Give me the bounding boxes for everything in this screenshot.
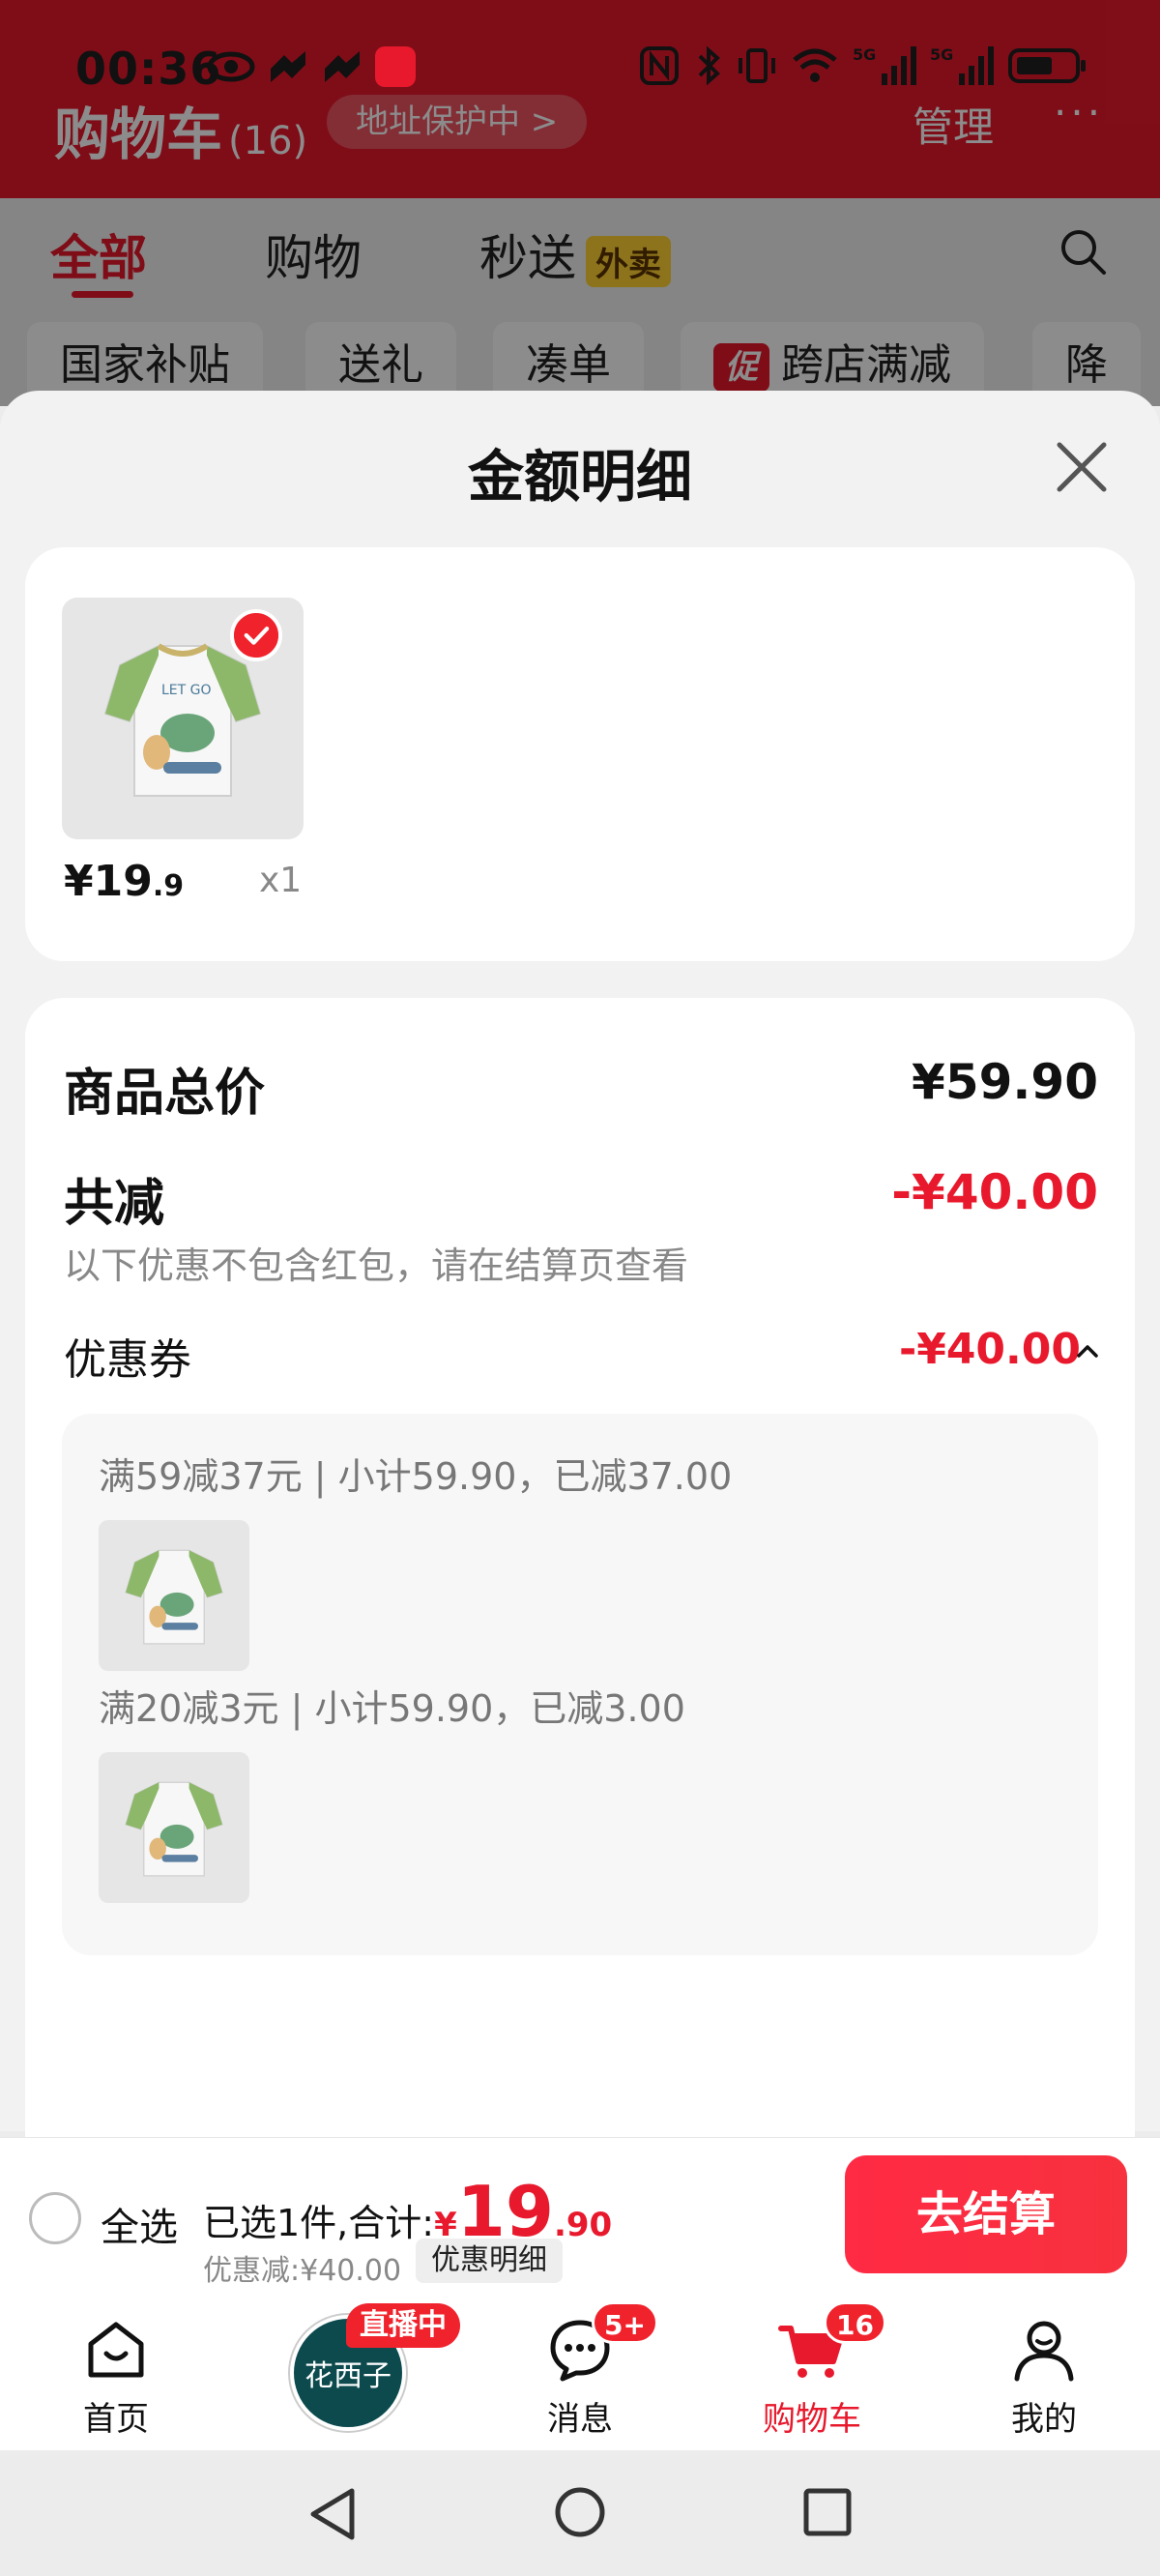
discount-detail-button[interactable]: 优惠明细 (416, 2239, 563, 2283)
amount-detail-sheet: 金额明细 LET GO ¥19.9 x1 商品总价 ¥59.90 共减 -¥40… (0, 391, 1160, 2392)
vibrate-icon (739, 48, 775, 83)
checkout-button[interactable]: 去结算 (845, 2155, 1127, 2273)
bottom-tab-bar: 首页 花西子 直播中 消息 5+ 购物车 16 我的 (0, 2296, 1160, 2450)
battery-icon (1008, 48, 1086, 83)
live-badge: 直播中 (346, 2303, 460, 2348)
checkout-bar: 全选 已选1件,合计:¥19.90 优惠减:¥40.00 优惠明细 去结算 (0, 2137, 1160, 2296)
signal-5g-icon-2: 5G (930, 45, 994, 85)
total-reduction-value: -¥40.00 (891, 1164, 1098, 1220)
coupon-rule: 满59减37元 | 小计59.90，已减37.00 (99, 1455, 733, 1498)
summary-prefix: 已选1件,合计: (203, 2202, 435, 2244)
user-icon (1014, 2321, 1074, 2382)
app-notification-icon-2 (325, 51, 360, 82)
select-all-checkbox[interactable] (29, 2192, 81, 2244)
recents-square-icon[interactable] (802, 2487, 853, 2537)
total-price-label: 商品总价 (64, 1065, 266, 1123)
tab-home-label: 首页 (83, 2400, 149, 2439)
status-right-icons: 5G 5G (638, 44, 1088, 87)
coupon-label[interactable]: 优惠券 (64, 1325, 191, 1387)
chevron-up-icon[interactable] (1075, 1338, 1100, 1363)
eye-icon (207, 51, 255, 82)
tshirt-image (125, 1781, 223, 1877)
status-time: 00:36 (75, 43, 222, 95)
bank-app-icon (375, 46, 416, 87)
coupon-product-thumbnail[interactable] (99, 1520, 249, 1671)
total-reduction-label: 共减 (64, 1175, 165, 1233)
tab-cart-label: 购物车 (763, 2400, 861, 2439)
item-price: ¥19.9 (64, 857, 184, 906)
sheet-title: 金额明细 (467, 444, 692, 510)
total-price-value: ¥59.90 (912, 1054, 1098, 1110)
nfc-icon (640, 46, 679, 85)
tab-home[interactable]: 首页 (19, 2296, 213, 2450)
status-left-icons (207, 46, 416, 87)
status-bar: 00:36 5G 5G (0, 0, 1160, 120)
tab-me-label: 我的 (1011, 2400, 1077, 2439)
tab-me[interactable]: 我的 (947, 2296, 1141, 2450)
selected-items-card: LET GO ¥19.9 x1 (25, 547, 1135, 961)
svg-text:LET GO: LET GO (161, 683, 212, 698)
home-icon (88, 2322, 144, 2378)
messages-badge: 5+ (592, 2301, 658, 2344)
back-icon[interactable] (305, 2485, 360, 2543)
wifi-icon (793, 48, 837, 82)
svg-text:5G: 5G (853, 45, 876, 64)
coupon-product-thumbnail[interactable] (99, 1752, 249, 1903)
svg-text:5G: 5G (930, 45, 953, 64)
item-quantity: x1 (259, 861, 303, 900)
item-price-int: ¥19 (64, 857, 153, 906)
tab-messages-label: 消息 (547, 2400, 613, 2439)
coupon-value[interactable]: -¥40.00 (899, 1325, 1081, 1374)
bluetooth-icon (698, 45, 720, 86)
coupon-breakdown: 满59减37元 | 小计59.90，已减37.00 满20减3元 | 小计59.… (62, 1414, 1098, 1955)
system-navigation-bar (0, 2450, 1160, 2576)
select-all-label[interactable]: 全选 (101, 2196, 178, 2252)
summary-amount-dec: .90 (553, 2206, 613, 2244)
signal-5g-icon: 5G (853, 45, 916, 85)
cart-count-badge: 16 (824, 2301, 886, 2344)
discount-amount: 优惠减:¥40.00 (203, 2254, 402, 2288)
app-notification-icon (271, 51, 305, 82)
home-circle-icon[interactable] (553, 2485, 607, 2539)
item-price-dec: .9 (152, 869, 185, 903)
close-icon[interactable] (1054, 439, 1110, 495)
tshirt-image (125, 1549, 223, 1645)
coupon-rule: 满20减3元 | 小计59.90，已减3.00 (99, 1687, 685, 1730)
reduction-note: 以下优惠不包含红包，请在结算页查看 (64, 1244, 689, 1287)
checked-icon[interactable] (230, 609, 282, 661)
